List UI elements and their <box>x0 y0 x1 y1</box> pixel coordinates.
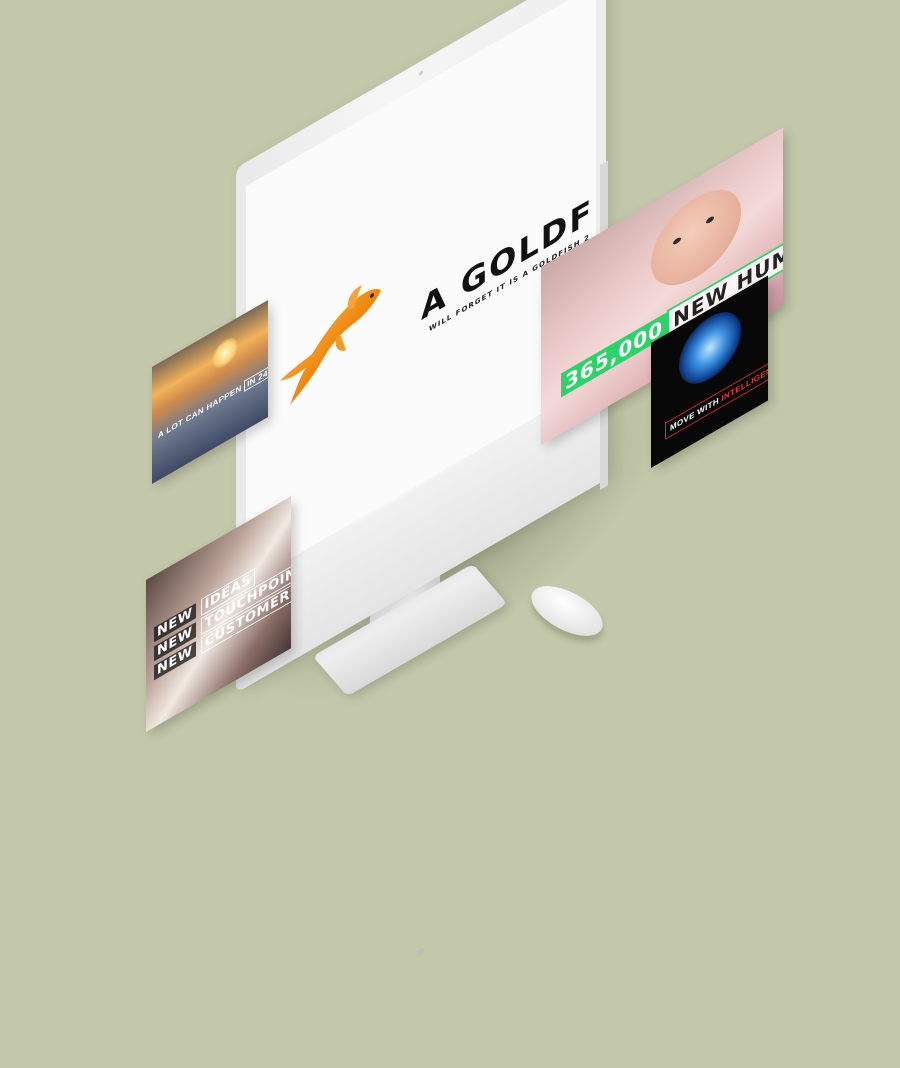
sunset-caption-box: IN 24 HOURS <box>244 346 268 392</box>
sunset-caption-start: A LOT CAN HAPPEN <box>158 383 242 441</box>
sun-icon <box>212 332 238 374</box>
baby-eye <box>706 215 714 225</box>
apple-logo-icon: ● <box>414 938 426 965</box>
camera-dot <box>419 70 423 77</box>
brain-caption-start: MOVE WITH <box>670 395 719 434</box>
baby-eye <box>673 236 681 246</box>
brain-caption-accent: INTELLIGENCE <box>721 358 768 404</box>
goldfish-icon <box>280 285 381 405</box>
